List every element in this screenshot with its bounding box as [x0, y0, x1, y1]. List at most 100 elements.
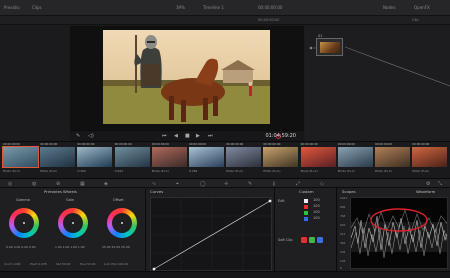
clip-codec-label: Photo (P+C): [412, 169, 430, 173]
soft-clip-label: Soft Clip: [278, 238, 293, 242]
primaries-title: Primaries Wheels: [44, 189, 77, 194]
clip-timecode: 00:00:00:00: [412, 142, 430, 146]
clip-image: [40, 147, 76, 167]
clip-thumbnail[interactable]: 00:00:00:00 Photo (P+C): [263, 142, 299, 176]
luma-channel-swatch[interactable]: [304, 199, 308, 203]
waveform-trace: [351, 208, 447, 259]
clip-thumbnail[interactable]: 00:00:00:00 H.264: [114, 142, 150, 176]
corrector-node[interactable]: 01: [316, 34, 343, 56]
curve-graph[interactable]: [150, 197, 273, 272]
scope-settings-icon[interactable]: ⚙: [426, 181, 430, 187]
3d-icon[interactable]: ◇: [320, 181, 324, 187]
clip-timecode: 00:00:00:00: [226, 142, 244, 146]
soft-clip-blue[interactable]: [317, 237, 323, 243]
clip-mode-select[interactable]: Clip: [412, 18, 419, 22]
green-channel-swatch[interactable]: [304, 211, 308, 215]
project-name[interactable]: Presidio: [4, 5, 20, 10]
clip-codec-label: Photo (P+C): [300, 169, 318, 173]
pivot-value[interactable]: Pivot 0.435: [30, 262, 47, 266]
color-page-toolbar: ◎ ◍ ⊛ ▦ ◈ ∿ ⌖ ◯ ✛ ✎ ⚷ ⤢ ◇ ⚙ ⤡: [0, 179, 450, 188]
clip-codec-label: H.264: [77, 169, 86, 173]
soft-clip-red[interactable]: [301, 237, 307, 243]
gamma-wheel[interactable]: [9, 208, 39, 238]
secondary-toolbar: 00:00:00:00 Clip: [0, 16, 450, 25]
clip-codec-label: Photo (P+C): [263, 169, 281, 173]
rewind-icon[interactable]: ⏮: [162, 133, 167, 139]
clip-thumbnail[interactable]: 00:00:00:00 Photo (P+C): [151, 142, 187, 176]
blur-icon[interactable]: ✎: [248, 181, 252, 187]
clip-thumbnail[interactable]: 00:00:00:00 Photo (P+C): [375, 142, 410, 176]
gain-values: 1.00 1.00 1.00 1.00: [55, 245, 85, 249]
clip-thumbnail[interactable]: 00:00:00:00 Photo (P+C): [337, 142, 373, 176]
blue-channel-swatch[interactable]: [304, 217, 308, 221]
gamma-puck[interactable]: [23, 222, 25, 224]
curves-tool-icon[interactable]: ∿: [152, 181, 156, 187]
clip-thumbnail[interactable]: 00:00:00:00 Photo (P+C): [40, 142, 76, 176]
clip-image: [151, 147, 187, 167]
gain-wheel[interactable]: [58, 208, 88, 238]
soft-clip-green[interactable]: [309, 237, 315, 243]
offset-wheel[interactable]: [107, 208, 137, 238]
jog-icon[interactable]: ✎: [76, 133, 80, 139]
edit-label: Edit: [278, 199, 285, 203]
gamma-label: Gamma: [16, 198, 30, 202]
clip-timecode: 00:00:00:00: [189, 142, 207, 146]
clip-codec-label: H.264: [189, 169, 198, 173]
offset-puck[interactable]: [121, 222, 123, 224]
clip-thumbnail[interactable]: 00:00:00:00 Photo (P+C): [412, 142, 448, 176]
rgb-mixer-icon[interactable]: ▦: [80, 181, 85, 187]
nodes-button[interactable]: Nodes: [383, 5, 396, 10]
lum-mix-value[interactable]: Lum Mix 100.00: [104, 262, 128, 266]
viewer-zoom[interactable]: 39%: [176, 5, 185, 10]
scale-label: 0: [340, 266, 342, 270]
openfx-button[interactable]: OpenFX: [414, 5, 430, 10]
clip-codec-label: Photo (P+C): [151, 169, 169, 173]
clip-thumbnail[interactable]: 00:00:00:00 H.264: [189, 142, 224, 176]
red-intensity[interactable]: 100: [313, 204, 320, 208]
stop-icon[interactable]: ■: [185, 133, 190, 139]
clip-image: [77, 147, 113, 167]
gain-puck[interactable]: [72, 222, 74, 224]
clip-thumbnail[interactable]: 00:00:00:00 Photo (P+C): [226, 142, 262, 176]
scope-mode-select[interactable]: Waveform: [416, 189, 435, 194]
color-match-icon[interactable]: ◍: [32, 181, 36, 187]
fast-forward-icon[interactable]: ⏭: [208, 133, 213, 139]
blue-intensity[interactable]: 100: [313, 216, 320, 220]
clip-image: [114, 147, 150, 167]
clip-thumbnail[interactable]: 00:00:00:00 H.264: [77, 142, 113, 176]
clip-timecode: 00:00:00:00: [77, 142, 95, 146]
window-icon[interactable]: ◯: [200, 181, 206, 187]
volume-icon[interactable]: ◁): [88, 133, 94, 139]
offset-label: Offset: [113, 198, 124, 202]
clip-codec-label: H.264: [114, 169, 123, 173]
node-thumbnail: [320, 42, 340, 53]
clip-thumbnail[interactable]: 00:00:00:00 Photo (P+C): [2, 142, 39, 176]
scale-label: 896: [340, 205, 346, 209]
scale-label: 384: [340, 241, 346, 245]
saturation-value[interactable]: Sat 50.00: [56, 262, 70, 266]
green-intensity[interactable]: 100: [313, 210, 320, 214]
red-channel-swatch[interactable]: [304, 205, 308, 209]
clip-thumbnail[interactable]: 00:00:00:00 Photo (P+C): [300, 142, 336, 176]
scale-label: 1023: [340, 196, 348, 200]
motion-effects-icon[interactable]: ◈: [104, 181, 108, 187]
color-wheels-icon[interactable]: ⊛: [56, 181, 60, 187]
viewer-image[interactable]: [103, 30, 270, 124]
play-reverse-icon[interactable]: ◀: [174, 133, 178, 139]
offset-values: 25.00 25.00 25.00: [102, 245, 130, 249]
sizing-icon[interactable]: ⤢: [296, 181, 300, 187]
timeline-name[interactable]: Timeline 1: [203, 5, 224, 10]
tracker-icon[interactable]: ✛: [224, 181, 228, 187]
luma-intensity[interactable]: 100: [313, 198, 320, 202]
camera-raw-icon[interactable]: ◎: [8, 181, 12, 187]
clip-codec-label: Photo (P+C): [40, 169, 58, 173]
contrast-value[interactable]: Cont 1.000: [4, 262, 21, 266]
clips-button[interactable]: Clips: [32, 5, 42, 10]
hue-value[interactable]: Hue 50.00: [80, 262, 96, 266]
play-icon[interactable]: ▶: [196, 133, 200, 139]
scope-expand-icon[interactable]: ⤡: [438, 181, 442, 187]
top-timecode: 00:00:00:00: [258, 5, 283, 10]
qualifier-icon[interactable]: ⌖: [176, 181, 179, 187]
viewer-transport: ✎ ◁) ⏮ ◀ ■ ▶ ⏭ 01:04:59:20: [70, 130, 304, 141]
key-icon[interactable]: ⚷: [272, 181, 276, 187]
